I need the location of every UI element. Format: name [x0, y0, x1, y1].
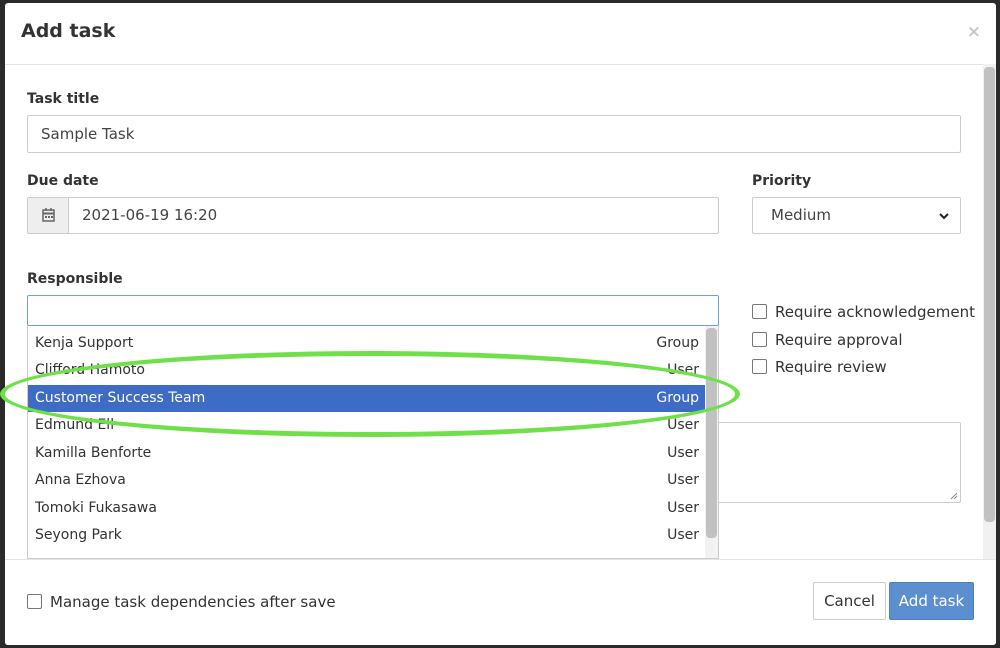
checkbox-icon[interactable]: [27, 594, 42, 609]
list-item[interactable]: Kamilla Benforte User: [28, 440, 705, 467]
list-item[interactable]: Kenja Support Group: [28, 330, 705, 357]
option-kind: User: [667, 472, 699, 488]
responsible-dropdown: Kenja Support Group Clifford Hamoto User…: [27, 326, 719, 559]
description-textarea[interactable]: [719, 422, 961, 503]
option-name: Kamilla Benforte: [35, 445, 152, 461]
option-name: Kenja Support: [35, 335, 134, 351]
require-review-checkbox[interactable]: Require review: [752, 358, 887, 376]
close-icon[interactable]: ×: [967, 22, 981, 42]
list-item[interactable]: Anna Ezhova User: [28, 467, 705, 494]
priority-select[interactable]: Medium: [752, 197, 961, 234]
option-kind: Group: [656, 335, 699, 351]
task-title-input[interactable]: Sample Task: [27, 115, 961, 153]
chevron-down-icon: [939, 213, 949, 220]
calendar-icon[interactable]: [28, 198, 69, 233]
option-name: Edmund Ell: [35, 417, 115, 433]
due-date-value: 2021-06-19 16:20: [82, 206, 218, 224]
responsible-label: Responsible: [27, 271, 123, 287]
option-name: Customer Success Team: [35, 390, 206, 406]
cancel-button[interactable]: Cancel: [813, 582, 886, 620]
list-item[interactable]: Clifford Hamoto User: [28, 357, 705, 384]
checkbox-icon[interactable]: [752, 304, 767, 319]
dialog-header: Add task ×: [5, 3, 996, 65]
checkbox-icon[interactable]: [752, 332, 767, 347]
add-task-button[interactable]: Add task: [889, 582, 974, 620]
list-item[interactable]: Tomoki Fukasawa User: [28, 495, 705, 522]
manage-dependencies-checkbox[interactable]: Manage task dependencies after save: [27, 593, 336, 611]
require-approval-checkbox[interactable]: Require approval: [752, 331, 903, 349]
resize-grip-icon[interactable]: [950, 492, 958, 500]
priority-label: Priority: [752, 173, 812, 189]
list-item-selected[interactable]: Customer Success Team Group: [28, 385, 705, 412]
require-acknowledgement-checkbox[interactable]: Require acknowledgement: [752, 303, 975, 321]
option-kind: User: [667, 500, 699, 516]
priority-value: Medium: [771, 206, 831, 224]
list-item[interactable]: Seyong Park User: [28, 522, 705, 549]
dialog-scroll-thumb[interactable]: [984, 67, 995, 522]
add-task-dialog: Add task × Task title Sample Task Due da…: [5, 3, 996, 645]
dialog-footer: Manage task dependencies after save Canc…: [5, 559, 996, 645]
option-name: Tomoki Fukasawa: [35, 500, 157, 516]
dialog-title: Add task: [21, 20, 116, 42]
dialog-scrollbar[interactable]: [983, 64, 996, 559]
checkbox-icon[interactable]: [752, 359, 767, 374]
option-kind: User: [667, 527, 699, 543]
dropdown-scrollbar[interactable]: [705, 326, 718, 558]
require-review-label: Require review: [775, 358, 887, 376]
option-name: Seyong Park: [35, 527, 122, 543]
option-name: Anna Ezhova: [35, 472, 126, 488]
option-name: Clifford Hamoto: [35, 362, 145, 378]
option-kind: User: [667, 362, 699, 378]
manage-dependencies-label: Manage task dependencies after save: [50, 593, 336, 611]
option-kind: User: [667, 417, 699, 433]
task-title-label: Task title: [27, 91, 100, 107]
responsible-search-input[interactable]: [27, 295, 719, 326]
dropdown-scroll-thumb[interactable]: [706, 328, 717, 538]
option-kind: User: [667, 445, 699, 461]
due-date-label: Due date: [27, 173, 99, 189]
require-approval-label: Require approval: [775, 331, 903, 349]
list-item[interactable]: Edmund Ell User: [28, 412, 705, 439]
option-kind: Group: [656, 390, 699, 406]
require-acknowledgement-label: Require acknowledgement: [775, 303, 975, 321]
due-date-field[interactable]: 2021-06-19 16:20: [27, 197, 719, 234]
